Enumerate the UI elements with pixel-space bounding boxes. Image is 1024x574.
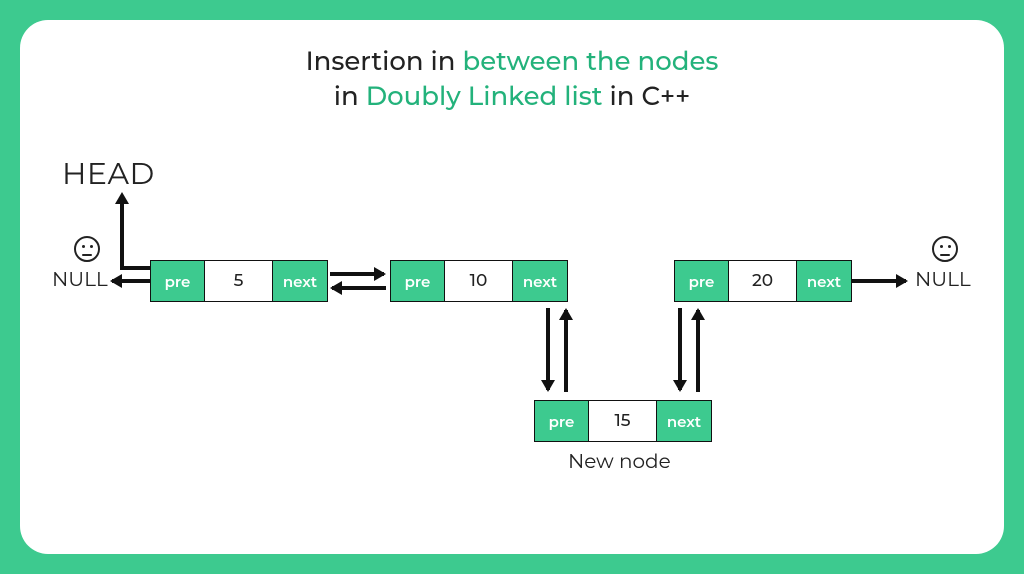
node-value: 5 [205,261,273,301]
node-value: 15 [589,401,657,441]
arrow-newnode-to-node2 [564,310,568,392]
new-node-label: New node [568,450,671,474]
arrow-node1-to-null [112,279,150,283]
node-3: pre 20 next [674,260,852,302]
node-next-label: next [513,261,567,301]
arrow-newnode-to-node3 [696,310,700,392]
node-next-label: next [797,261,851,301]
arrow-node2-to-newnode [546,308,550,390]
arrow-node1-to-node2 [330,272,384,276]
node-pre-label: pre [151,261,205,301]
node-value: 10 [445,261,513,301]
arrow-node2-to-node1 [332,286,386,290]
head-label: HEAD [62,155,155,192]
new-node: pre 15 next [534,400,712,442]
null-right-label: NULL [915,268,971,292]
node-2: pre 10 next [390,260,568,302]
node-1: pre 5 next [150,260,328,302]
null-left-label: NULL [52,268,108,292]
node-pre-label: pre [675,261,729,301]
neutral-face-icon [932,236,958,262]
arrow-node3-to-null [852,279,906,283]
diagram-canvas: HEAD NULL NULL pre 5 next pre 10 next pr… [20,20,1004,554]
node-next-label: next [657,401,711,441]
arrow-node3-to-newnode [678,308,682,390]
node-pre-label: pre [391,261,445,301]
node-pre-label: pre [535,401,589,441]
neutral-face-icon [74,236,100,262]
node-value: 20 [729,261,797,301]
node-next-label: next [273,261,327,301]
